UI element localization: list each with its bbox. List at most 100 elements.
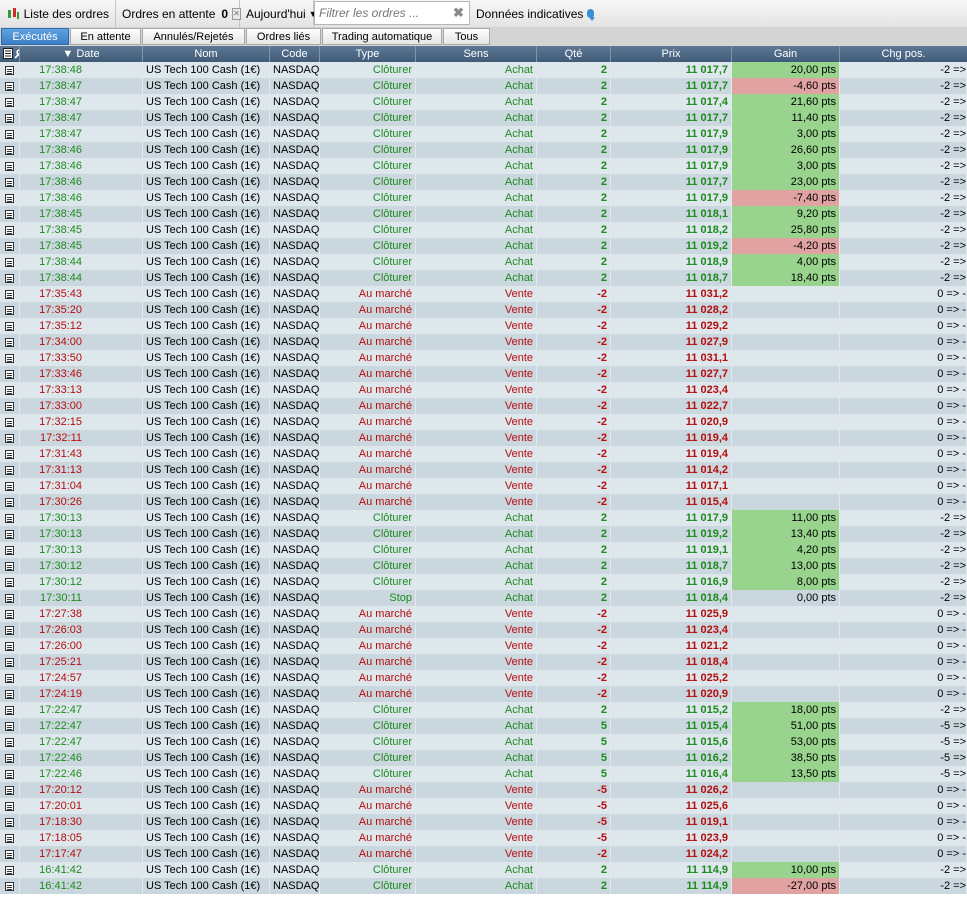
- order-detail-icon[interactable]: [5, 689, 14, 699]
- order-detail-icon[interactable]: [5, 161, 14, 171]
- order-detail-icon[interactable]: [5, 369, 14, 379]
- table-row[interactable]: 16:41:42 US Tech 100 Cash (1€) NASDAQ Clôtu…: [0, 862, 967, 878]
- order-detail-icon[interactable]: [5, 193, 14, 203]
- order-detail-icon[interactable]: [5, 433, 14, 443]
- row-detail[interactable]: [0, 446, 20, 462]
- table-row[interactable]: 17:30:26 US Tech 100 Cash (1€) NASDAQ Au ma…: [0, 494, 967, 510]
- clear-filter-icon[interactable]: ✖: [453, 5, 464, 21]
- order-detail-icon[interactable]: [5, 865, 14, 875]
- row-detail[interactable]: [0, 254, 20, 270]
- order-detail-icon[interactable]: [5, 385, 14, 395]
- tab-linked-orders[interactable]: Ordres liés: [246, 28, 321, 45]
- table-row[interactable]: 17:38:44 US Tech 100 Cash (1€) NASDAQ Clôtu…: [0, 270, 967, 286]
- row-detail[interactable]: [0, 542, 20, 558]
- order-detail-icon[interactable]: [5, 113, 14, 123]
- table-row[interactable]: 17:31:04 US Tech 100 Cash (1€) NASDAQ Au ma…: [0, 478, 967, 494]
- order-detail-icon[interactable]: [5, 833, 14, 843]
- order-detail-icon[interactable]: [5, 177, 14, 187]
- order-detail-icon[interactable]: [5, 241, 14, 251]
- order-detail-icon[interactable]: [5, 353, 14, 363]
- order-detail-icon[interactable]: [5, 529, 14, 539]
- table-row[interactable]: 17:38:46 US Tech 100 Cash (1€) NASDAQ Clôtu…: [0, 190, 967, 206]
- table-row[interactable]: 17:24:57 US Tech 100 Cash (1€) NASDAQ Au ma…: [0, 670, 967, 686]
- row-detail[interactable]: [0, 94, 20, 110]
- row-detail[interactable]: [0, 590, 20, 606]
- table-row[interactable]: 17:34:00 US Tech 100 Cash (1€) NASDAQ Au ma…: [0, 334, 967, 350]
- table-row[interactable]: 17:22:46 US Tech 100 Cash (1€) NASDAQ Clôtu…: [0, 750, 967, 766]
- row-detail[interactable]: [0, 206, 20, 222]
- table-row[interactable]: 17:22:46 US Tech 100 Cash (1€) NASDAQ Clôtu…: [0, 766, 967, 782]
- table-row[interactable]: 17:30:13 US Tech 100 Cash (1€) NASDAQ Clôtu…: [0, 510, 967, 526]
- col-date[interactable]: ▼ Date: [20, 46, 143, 62]
- order-detail-icon[interactable]: [5, 673, 14, 683]
- table-row[interactable]: 17:22:47 US Tech 100 Cash (1€) NASDAQ Clôtu…: [0, 702, 967, 718]
- order-detail-icon[interactable]: [5, 609, 14, 619]
- order-detail-icon[interactable]: [5, 801, 14, 811]
- order-detail-icon[interactable]: [5, 593, 14, 603]
- order-detail-icon[interactable]: [5, 449, 14, 459]
- order-detail-icon[interactable]: [5, 321, 14, 331]
- row-detail[interactable]: [0, 398, 20, 414]
- table-row[interactable]: 17:38:46 US Tech 100 Cash (1€) NASDAQ Clôtu…: [0, 142, 967, 158]
- table-row[interactable]: 17:38:45 US Tech 100 Cash (1€) NASDAQ Clôtu…: [0, 222, 967, 238]
- row-detail[interactable]: [0, 686, 20, 702]
- col-qty[interactable]: Qté: [537, 46, 611, 62]
- row-detail[interactable]: [0, 142, 20, 158]
- order-detail-icon[interactable]: [5, 273, 14, 283]
- col-code[interactable]: Code: [270, 46, 320, 62]
- order-detail-icon[interactable]: [5, 497, 14, 507]
- order-detail-icon[interactable]: [5, 417, 14, 427]
- table-row[interactable]: 17:38:46 US Tech 100 Cash (1€) NASDAQ Clôtu…: [0, 174, 967, 190]
- table-row[interactable]: 17:32:11 US Tech 100 Cash (1€) NASDAQ Au ma…: [0, 430, 967, 446]
- order-detail-icon[interactable]: [5, 545, 14, 555]
- row-detail[interactable]: [0, 286, 20, 302]
- table-row[interactable]: 17:30:13 US Tech 100 Cash (1€) NASDAQ Clôtu…: [0, 526, 967, 542]
- row-detail[interactable]: [0, 830, 20, 846]
- row-detail[interactable]: [0, 270, 20, 286]
- table-row[interactable]: 17:38:44 US Tech 100 Cash (1€) NASDAQ Clôtu…: [0, 254, 967, 270]
- column-chooser-icon[interactable]: [3, 48, 13, 62]
- col-position-change[interactable]: Chg pos.: [840, 46, 967, 62]
- table-row[interactable]: 17:38:45 US Tech 100 Cash (1€) NASDAQ Clôtu…: [0, 206, 967, 222]
- row-detail[interactable]: [0, 574, 20, 590]
- table-row[interactable]: 17:17:47 US Tech 100 Cash (1€) NASDAQ Au ma…: [0, 846, 967, 862]
- row-detail[interactable]: [0, 238, 20, 254]
- row-detail[interactable]: [0, 334, 20, 350]
- period-dropdown[interactable]: Aujourd'hui ▼: [240, 0, 318, 27]
- table-row[interactable]: 17:25:21 US Tech 100 Cash (1€) NASDAQ Au ma…: [0, 654, 967, 670]
- col-type[interactable]: Type: [320, 46, 416, 62]
- table-row[interactable]: 17:31:43 US Tech 100 Cash (1€) NASDAQ Au ma…: [0, 446, 967, 462]
- order-detail-icon[interactable]: [5, 513, 14, 523]
- order-detail-icon[interactable]: [5, 641, 14, 651]
- row-detail[interactable]: [0, 782, 20, 798]
- table-row[interactable]: 17:30:12 US Tech 100 Cash (1€) NASDAQ Clôtu…: [0, 574, 967, 590]
- pending-orders-button[interactable]: Ordres en attente 0 ✕: [116, 0, 241, 27]
- order-detail-icon[interactable]: [5, 849, 14, 859]
- table-row[interactable]: 17:35:12 US Tech 100 Cash (1€) NASDAQ Au ma…: [0, 318, 967, 334]
- table-row[interactable]: 17:30:13 US Tech 100 Cash (1€) NASDAQ Clôtu…: [0, 542, 967, 558]
- order-detail-icon[interactable]: [5, 145, 14, 155]
- table-row[interactable]: 17:35:20 US Tech 100 Cash (1€) NASDAQ Au ma…: [0, 302, 967, 318]
- table-row[interactable]: 17:38:47 US Tech 100 Cash (1€) NASDAQ Clôtu…: [0, 94, 967, 110]
- row-detail[interactable]: [0, 190, 20, 206]
- row-detail[interactable]: [0, 430, 20, 446]
- row-detail[interactable]: [0, 846, 20, 862]
- tab-executed[interactable]: Exécutés: [1, 28, 69, 45]
- header-icons[interactable]: [0, 46, 20, 62]
- row-detail[interactable]: [0, 734, 20, 750]
- order-detail-icon[interactable]: [5, 225, 14, 235]
- table-row[interactable]: 17:38:47 US Tech 100 Cash (1€) NASDAQ Clôtu…: [0, 126, 967, 142]
- order-detail-icon[interactable]: [5, 881, 14, 891]
- order-detail-icon[interactable]: [5, 737, 14, 747]
- table-row[interactable]: 17:38:46 US Tech 100 Cash (1€) NASDAQ Clôtu…: [0, 158, 967, 174]
- order-detail-icon[interactable]: [5, 561, 14, 571]
- row-detail[interactable]: [0, 878, 20, 894]
- row-detail[interactable]: [0, 382, 20, 398]
- col-gain[interactable]: Gain: [732, 46, 840, 62]
- row-detail[interactable]: [0, 718, 20, 734]
- row-detail[interactable]: [0, 350, 20, 366]
- table-row[interactable]: 17:35:43 US Tech 100 Cash (1€) NASDAQ Au ma…: [0, 286, 967, 302]
- row-detail[interactable]: [0, 494, 20, 510]
- col-price[interactable]: Prix: [611, 46, 732, 62]
- filter-input[interactable]: [315, 5, 449, 21]
